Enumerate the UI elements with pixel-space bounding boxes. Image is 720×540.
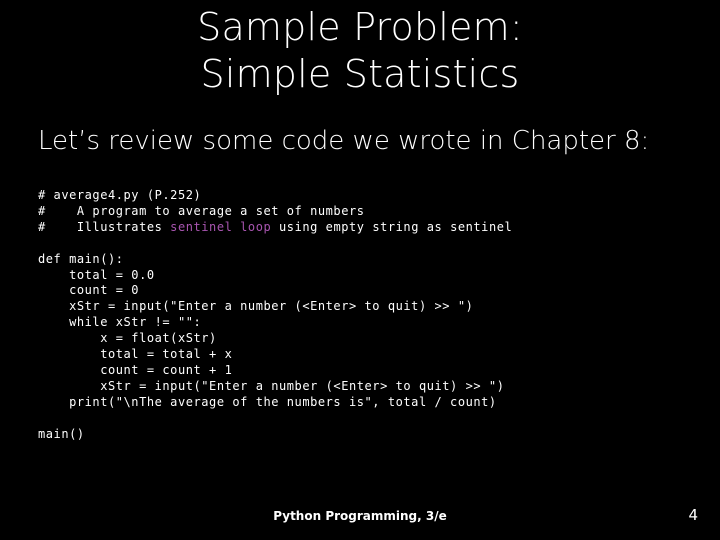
code-text: # Illustrates [38,219,171,234]
code-line: # A program to average a set of numbers [38,203,365,218]
slide-title-line-1: Sample Problem: [197,5,523,49]
code-line: print("\nThe average of the numbers is",… [38,394,497,409]
code-line: # Illustrates sentinel loop using empty … [38,220,698,236]
slide-title-line-2: Simple Statistics [200,52,520,96]
code-line: def main(): [38,251,124,266]
code-line: total = 0.0 [38,267,155,282]
code-line: count = 0 [38,283,140,298]
code-line: total = total + x [38,347,233,362]
slide-lead-in-text: Let’s review some code we wrote in Chapt… [38,126,650,156]
slide-title: Sample Problem: Simple Statistics [0,4,720,98]
code-block: # average4.py (P.252) # A program to aver… [38,188,698,442]
code-line: # average4.py (P.252) [38,188,202,202]
code-line: x = float(xStr) [38,331,217,346]
presentation-slide: Sample Problem: Simple Statistics Let’s … [0,0,720,540]
code-line: while xStr != "": [38,315,202,330]
code-line: count = count + 1 [38,362,233,377]
code-line: main() [38,426,85,441]
slide-page-number: 4 [688,506,698,524]
code-line: xStr = input("Enter a number (<Enter> to… [38,378,505,393]
footer-title: Python Programming, 3/e [273,509,447,523]
code-highlight-sentinel-loop: sentinel loop [170,219,272,234]
code-text: using empty string as sentinel [271,219,513,234]
code-line: xStr = input("Enter a number (<Enter> to… [38,299,474,314]
